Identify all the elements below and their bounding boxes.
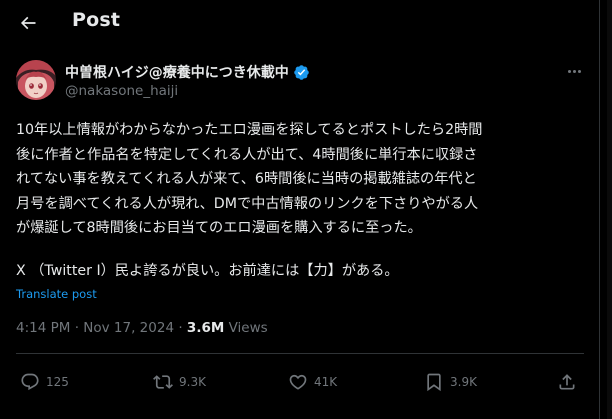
header-bar: Post <box>0 0 600 46</box>
author-handle[interactable]: @nakasone_haiji <box>65 83 178 99</box>
meta-separator: · <box>174 320 187 336</box>
post-text-paragraph: X （Twitter Ⅰ）民よ誇るが良い。お前達には【力】がある。 <box>16 263 399 279</box>
divider <box>16 353 584 354</box>
reply-icon <box>20 372 40 392</box>
views-count[interactable]: 3.6M <box>187 320 224 336</box>
bookmark-button[interactable]: 3.9K <box>424 370 477 394</box>
views-label: Views <box>224 320 268 336</box>
post-date[interactable]: Nov 17, 2024 <box>83 320 174 336</box>
author-name-row[interactable]: 中曽根ハイジ@療養中につき休載中 <box>65 62 310 82</box>
post-meta: 4:14 PM · Nov 17, 2024 · 3.6M Views <box>16 320 268 336</box>
more-horizontal-icon[interactable] <box>563 62 585 80</box>
meta-separator: · <box>70 320 84 336</box>
post-text: 10年以上情報がわからなかったエロ漫画を探してるとポストしたら2時間 後に作者と… <box>16 118 586 241</box>
like-button[interactable]: 41K <box>288 370 337 394</box>
bookmark-count: 3.9K <box>450 375 477 389</box>
arrow-left-icon <box>18 13 38 33</box>
repost-button[interactable]: 9.3K <box>153 370 206 394</box>
bookmark-icon <box>424 372 444 392</box>
heart-icon <box>288 372 308 392</box>
reply-count: 125 <box>46 375 69 389</box>
more-dot <box>577 69 581 73</box>
repost-icon <box>153 372 173 392</box>
page-title: Post <box>72 9 121 31</box>
display-name[interactable]: 中曽根ハイジ@療養中につき休載中 <box>65 62 289 82</box>
back-button[interactable] <box>12 7 44 39</box>
post-text-line: 10年以上情報がわからなかったエロ漫画を探してるとポストしたら2時間 <box>16 122 483 138</box>
scrollbar[interactable] <box>607 0 612 419</box>
share-icon <box>557 372 577 392</box>
share-button[interactable] <box>557 370 577 394</box>
repost-count: 9.3K <box>179 375 206 389</box>
post-time[interactable]: 4:14 PM <box>16 320 70 336</box>
post-text-line: 月号を調べてくれる人が現れ、DMで中古情報のリンクを下さりやがる人 <box>16 195 479 212</box>
avatar[interactable] <box>16 60 56 100</box>
verified-badge-icon <box>293 64 310 81</box>
post-column: Post 中曽根ハイジ@療養中につき休載中 @nakasone_haiji 10… <box>0 0 600 419</box>
reply-button[interactable]: 125 <box>20 370 69 394</box>
post-text-line: が爆誕して8時間後にお目当てのエロ漫画を購入するに至った。 <box>16 220 422 237</box>
like-count: 41K <box>314 375 338 389</box>
post-text-line: 後に作者と作品名を特定してくれる人が出て、4時間後に単行本に収録さ <box>16 146 478 163</box>
post-text-line: れてない事を教えてくれる人が来て、6時間後に当時の掲載雑誌の年代と <box>16 171 477 188</box>
translate-post-link[interactable]: Translate post <box>16 287 97 301</box>
more-dot <box>567 69 571 73</box>
more-dot <box>572 69 576 73</box>
